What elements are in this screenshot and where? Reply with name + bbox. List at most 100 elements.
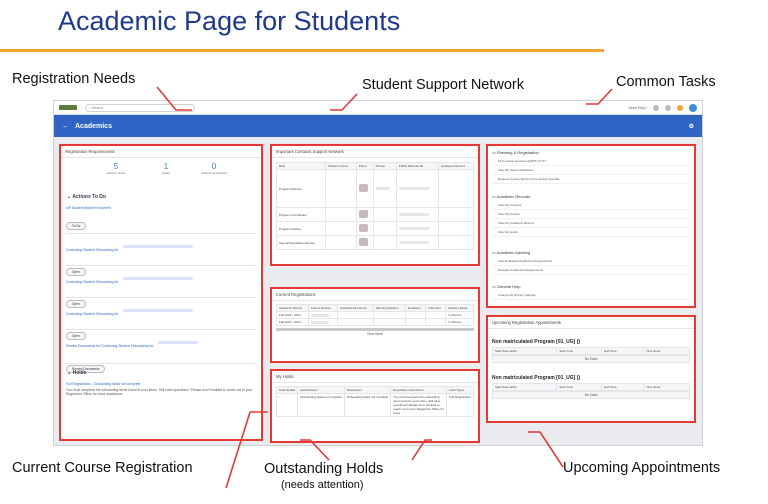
table-header-row: Academic Period Course Section Instructi… <box>276 304 474 312</box>
stat-value: 0 <box>211 162 217 171</box>
horizontal-scrollbar[interactable] <box>276 328 474 331</box>
role-cell: Special Population Advisor <box>275 235 327 250</box>
task-link[interactable]: View My Courses <box>492 201 690 210</box>
task-link[interactable]: Change My Privacy Settings <box>492 291 690 300</box>
table-header-row: Start Date within Start Time End Time Ti… <box>491 347 690 355</box>
contacts-table: Role Student Cohort Photo Person Public … <box>275 162 474 250</box>
title-underline <box>0 49 604 52</box>
action-link[interactable]: Continuing Student Onboarding for <box>66 248 118 252</box>
current-registrations-panel: Current Registrations Academic Period Co… <box>270 287 480 363</box>
callout-registration-needs: Registration Needs <box>12 71 136 87</box>
task-link[interactable]: View My Holds <box>492 228 690 237</box>
column-header: Public Work Email <box>395 162 440 170</box>
column-header: Start Date within <box>491 347 558 355</box>
cell <box>395 207 440 222</box>
task-link[interactable]: View My Saved Schedules <box>492 166 690 175</box>
cell <box>372 207 397 222</box>
hold-link[interactable]: Full Registration - Onboarding tasks not… <box>66 382 256 386</box>
table-row: Program Coordinator <box>275 207 474 222</box>
heading-text: Planning & Registration <box>496 150 539 155</box>
table-header-row: Role Student Cohort Photo Person Public … <box>275 162 474 170</box>
task-group-advising: ▭ Academic Advising View Evaluated Acade… <box>492 250 690 275</box>
action-link[interactable]: Continuing Student Onboarding for <box>66 312 118 316</box>
stat-actions-completed[interactable]: 0 Actions Completed <box>199 162 229 175</box>
appointment-table-wrap: Start Date within Start Time End Time Ti… <box>488 381 694 401</box>
redacted-text <box>310 320 329 324</box>
appointment-table: Start Date within Start Time End Time Ti… <box>491 347 690 355</box>
no-data-message: No Data <box>492 391 690 399</box>
to-do-button[interactable]: To Do <box>66 222 87 230</box>
task-link[interactable]: Evaluate Academic Requirements <box>492 266 690 275</box>
holds-summary: Full Registration - Onboarding tasks not… <box>66 382 256 397</box>
redacted-text <box>398 241 429 245</box>
column-header: Resolution Instructions <box>390 386 448 394</box>
apps-grid-icon[interactable] <box>653 104 659 111</box>
no-data-message: No Data <box>492 355 690 363</box>
action-link[interactable]: Review Documents for Continuing Student … <box>66 344 153 348</box>
person-photo <box>358 238 368 246</box>
list-item: Continuing Student Onboarding for Open <box>66 270 256 308</box>
action-link[interactable]: Continuing Student Onboarding for <box>66 280 118 284</box>
view-more-link[interactable]: View More <box>276 332 474 336</box>
task-link[interactable]: View My Academic Record <box>492 219 690 228</box>
hold-reason-cell: Onboarding tasks not complete <box>297 393 345 417</box>
panel-title: Current Registrations <box>272 289 478 301</box>
stat-label: Holds <box>162 171 170 175</box>
column-header: Academic Record <box>438 162 474 170</box>
arrow-left-icon[interactable]: ← <box>62 123 69 130</box>
search-input[interactable]: ⌕ Search <box>85 103 195 112</box>
registrations-table-wrap: Academic Period Course Section Instructi… <box>272 301 478 339</box>
cell <box>373 318 406 326</box>
callout-upcoming-appointments: Upcoming Appointments <box>563 460 721 476</box>
cell <box>373 311 406 319</box>
cell <box>325 207 357 222</box>
cell <box>325 169 357 208</box>
cell <box>355 169 374 208</box>
column-header: Delivery Mode <box>445 304 474 312</box>
column-header: Instructional Format <box>336 304 375 312</box>
gear-icon[interactable]: ⚙ <box>689 123 694 130</box>
list-item: UR Student Mobile Enrolment To Do <box>66 206 256 234</box>
panel-title: Important Contacts Support Network <box>272 146 478 158</box>
inbox-icon[interactable] <box>677 104 683 111</box>
need-help-link[interactable]: Need Help? <box>629 106 647 110</box>
cell <box>336 318 375 326</box>
list-item: Review Documents for Continuing Student … <box>66 334 256 373</box>
column-header: Instructor <box>425 304 447 312</box>
column-header: Academic Period <box>276 304 309 312</box>
cell <box>355 235 374 250</box>
cell <box>336 311 375 319</box>
task-link[interactable]: View My Grades <box>492 210 690 219</box>
magnifier-icon[interactable]: ⌕ <box>279 395 281 399</box>
holds-table-wrap: Hold Details Hold Reason Description Res… <box>272 383 478 420</box>
cell <box>404 311 427 319</box>
task-link[interactable]: View Evaluated Academic Requirements <box>492 257 690 266</box>
column-header: Student Cohort <box>325 162 357 170</box>
action-link[interactable]: UR Student Mobile Enrolment <box>66 206 256 210</box>
column-header: Time Zone <box>643 383 690 391</box>
role-cell: Program Coordinator <box>275 207 327 222</box>
column-header: Start Date within <box>491 383 558 391</box>
notifications-bell-icon[interactable] <box>665 104 671 111</box>
registration-requirements-panel: Registration Requirements 5 Actions To D… <box>59 144 263 441</box>
panel-title: My Holds <box>272 371 478 383</box>
redacted-text <box>375 187 390 191</box>
task-link[interactable]: Find Course Sections (DEPT) 07:07 <box>492 157 690 166</box>
task-group-help: ▭ General Help Change My Privacy Setting… <box>492 284 690 300</box>
task-link[interactable]: Request Course Section Prerequisite Over… <box>492 175 690 184</box>
table-row: Fall 2023 - 2024 In-Person <box>276 311 474 319</box>
slide-title: Academic Page for Students <box>58 6 401 36</box>
hold-description-cell: Onboarding tasks not complete <box>343 393 392 417</box>
stat-actions-to-do[interactable]: 5 Actions To Do <box>101 162 131 175</box>
holds-table: Hold Details Hold Reason Description Res… <box>275 386 474 417</box>
task-group-planning: ▭ Planning & Registration Find Course Se… <box>492 150 690 184</box>
column-header: Description <box>343 386 392 394</box>
callout-current-course: Current Course Registration <box>12 460 193 476</box>
appointment-table-wrap: Start Date within Start Time End Time Ti… <box>488 345 694 365</box>
cell <box>372 235 397 250</box>
column-header: Start Time <box>556 347 602 355</box>
user-avatar[interactable] <box>689 103 697 112</box>
panel-title: Upcoming Registration Appointments <box>488 317 694 329</box>
stat-holds[interactable]: 1 Holds <box>151 162 181 175</box>
cell <box>404 318 427 326</box>
